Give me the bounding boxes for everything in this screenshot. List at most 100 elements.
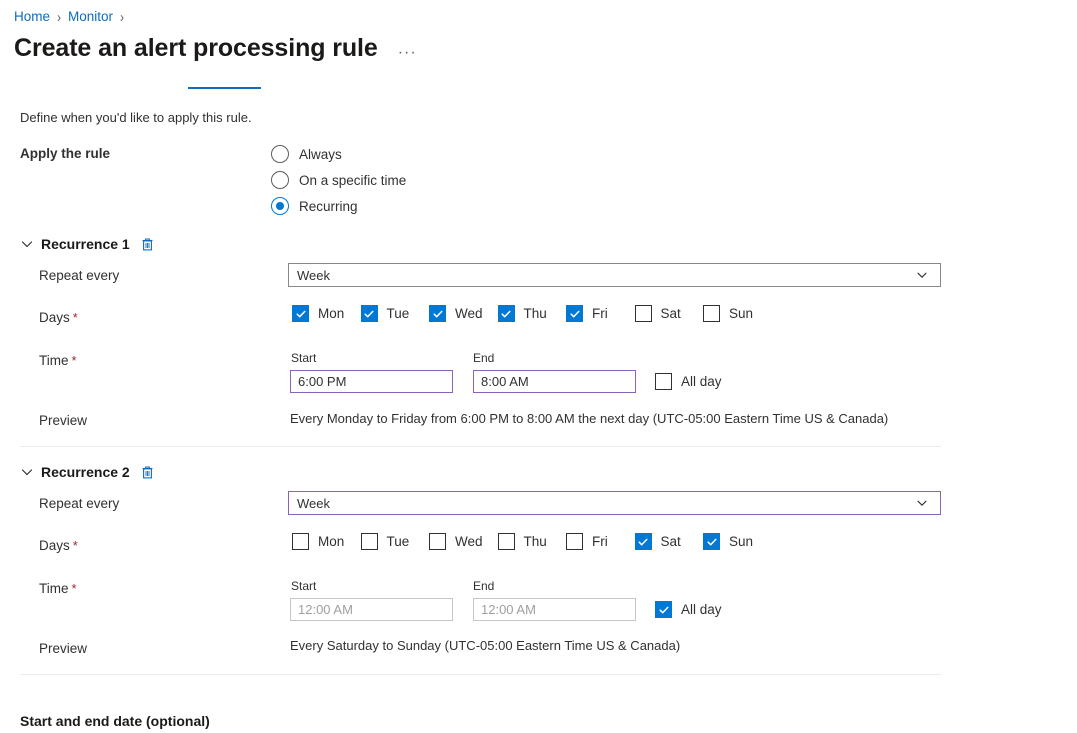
all-day-checkbox-1[interactable]: All day	[655, 373, 722, 390]
day-label: Fri	[592, 534, 608, 549]
radio-indicator	[271, 171, 289, 189]
active-tab-indicator	[188, 87, 261, 89]
radio-option-recurring[interactable]: Recurring	[271, 193, 406, 219]
chevron-down-icon	[916, 269, 928, 281]
days-checkbox-group-2: Mon Tue Wed Thu Fri Sat Sun	[292, 533, 772, 550]
checkbox-indicator	[703, 533, 720, 550]
start-time-input-1[interactable]: 6:00 PM	[290, 370, 453, 393]
preview-text-1: Every Monday to Friday from 6:00 PM to 8…	[290, 410, 888, 428]
day-label: Fri	[592, 306, 608, 321]
day-checkbox-fri[interactable]: Fri	[566, 533, 635, 550]
preview-label-1: Preview	[39, 412, 87, 430]
days-label-1: Days*	[39, 309, 78, 327]
checkbox-indicator	[498, 305, 515, 322]
day-checkbox-thu[interactable]: Thu	[498, 533, 567, 550]
day-label: Tue	[387, 534, 410, 549]
checkbox-indicator	[361, 305, 378, 322]
chevron-down-icon[interactable]	[20, 237, 34, 251]
overflow-menu-icon[interactable]: ···	[398, 48, 417, 58]
end-time-label-1: End	[473, 350, 494, 366]
all-day-checkbox-2[interactable]: All day	[655, 601, 722, 618]
day-checkbox-mon[interactable]: Mon	[292, 305, 361, 322]
radio-label: Always	[299, 147, 342, 162]
day-checkbox-tue[interactable]: Tue	[361, 305, 430, 322]
intro-description: Define when you'd like to apply this rul…	[20, 109, 252, 127]
end-time-input-2: 12:00 AM	[473, 598, 636, 621]
day-checkbox-wed[interactable]: Wed	[429, 533, 498, 550]
day-label: Thu	[524, 534, 547, 549]
required-indicator: *	[72, 581, 77, 596]
day-checkbox-thu[interactable]: Thu	[498, 305, 567, 322]
start-time-input-2: 12:00 AM	[290, 598, 453, 621]
repeat-every-dropdown-2[interactable]: Week	[288, 491, 941, 515]
alert-processing-rule-page: Home › Monitor › Create an alert process…	[0, 0, 1077, 733]
breadcrumb: Home › Monitor ›	[14, 8, 131, 26]
repeat-every-label-1: Repeat every	[39, 267, 119, 285]
day-checkbox-sat[interactable]: Sat	[635, 533, 704, 550]
recurrence-1-header: Recurrence 1	[20, 236, 154, 252]
radio-option-always[interactable]: Always	[271, 141, 406, 167]
day-label: Wed	[455, 306, 483, 321]
time-label-2: Time*	[39, 580, 77, 598]
breadcrumb-separator-icon: ›	[57, 6, 61, 29]
repeat-every-label-2: Repeat every	[39, 495, 119, 513]
radio-label: Recurring	[299, 199, 358, 214]
checkbox-indicator	[566, 533, 583, 550]
chevron-down-icon[interactable]	[20, 465, 34, 479]
all-day-label: All day	[681, 602, 722, 617]
required-indicator: *	[73, 538, 78, 553]
trash-icon[interactable]	[141, 237, 154, 251]
page-header: Create an alert processing rule ···	[14, 33, 417, 63]
checkbox-indicator	[429, 305, 446, 322]
checkbox-indicator	[703, 305, 720, 322]
radio-indicator	[271, 145, 289, 163]
checkbox-indicator	[635, 305, 652, 322]
radio-option-on-a-specific-time[interactable]: On a specific time	[271, 167, 406, 193]
page-title: Create an alert processing rule	[14, 33, 378, 63]
days-label-2: Days*	[39, 537, 78, 555]
recurrence-title: Recurrence 2	[41, 464, 130, 480]
checkbox-indicator	[361, 533, 378, 550]
chevron-down-icon	[916, 497, 928, 509]
day-checkbox-sun[interactable]: Sun	[703, 305, 772, 322]
checkbox-indicator	[655, 601, 672, 618]
checkbox-indicator	[635, 533, 652, 550]
end-time-label-2: End	[473, 578, 494, 594]
breadcrumb-item-monitor[interactable]: Monitor	[68, 8, 113, 26]
day-checkbox-sat[interactable]: Sat	[635, 305, 704, 322]
radio-indicator	[271, 197, 289, 215]
apply-rule-radio-group: Always On a specific time Recurring	[271, 141, 406, 219]
day-label: Mon	[318, 534, 344, 549]
day-label: Tue	[387, 306, 410, 321]
repeat-every-value: Week	[297, 496, 916, 511]
day-checkbox-fri[interactable]: Fri	[566, 305, 635, 322]
day-checkbox-mon[interactable]: Mon	[292, 533, 361, 550]
checkbox-indicator	[566, 305, 583, 322]
all-day-label: All day	[681, 374, 722, 389]
checkbox-indicator	[498, 533, 515, 550]
day-checkbox-sun[interactable]: Sun	[703, 533, 772, 550]
required-indicator: *	[72, 353, 77, 368]
breadcrumb-item-home[interactable]: Home	[14, 8, 50, 26]
day-label: Mon	[318, 306, 344, 321]
day-label: Sun	[729, 534, 753, 549]
day-checkbox-wed[interactable]: Wed	[429, 305, 498, 322]
required-indicator: *	[73, 310, 78, 325]
repeat-every-value: Week	[297, 268, 916, 283]
day-checkbox-tue[interactable]: Tue	[361, 533, 430, 550]
trash-icon[interactable]	[141, 465, 154, 479]
day-label: Sat	[661, 306, 681, 321]
day-label: Wed	[455, 534, 483, 549]
start-end-date-heading: Start and end date (optional)	[20, 713, 210, 729]
checkbox-indicator	[429, 533, 446, 550]
end-time-input-1[interactable]: 8:00 AM	[473, 370, 636, 393]
preview-label-2: Preview	[39, 640, 87, 658]
recurrence-title: Recurrence 1	[41, 236, 130, 252]
day-label: Sat	[661, 534, 681, 549]
repeat-every-dropdown-1[interactable]: Week	[288, 263, 941, 287]
checkbox-indicator	[292, 305, 309, 322]
apply-rule-label: Apply the rule	[20, 146, 110, 161]
section-divider	[20, 674, 941, 675]
day-label: Sun	[729, 306, 753, 321]
checkbox-indicator	[292, 533, 309, 550]
